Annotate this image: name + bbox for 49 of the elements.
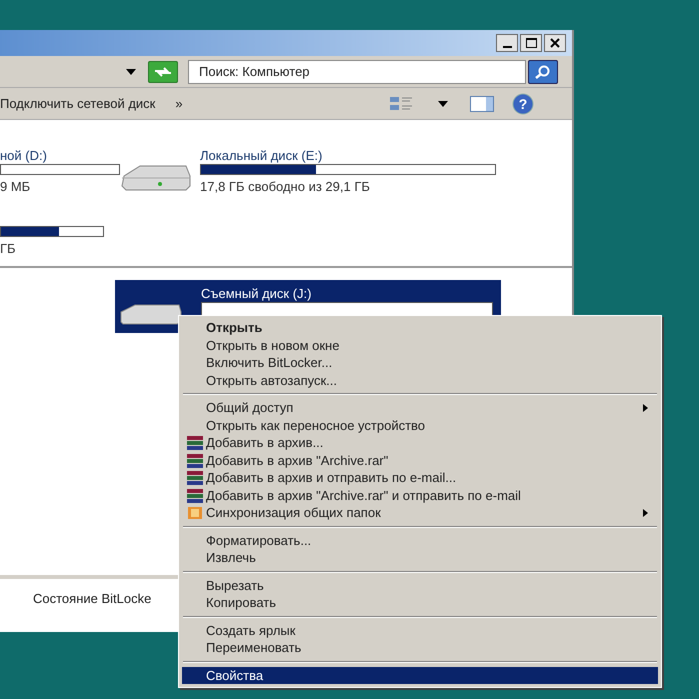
- free-space-text: 17,8 ГБ свободно из 29,1 ГБ: [200, 178, 371, 196]
- menu-item[interactable]: Добавить в архив...: [182, 434, 658, 452]
- removable-drive-icon: [119, 302, 183, 326]
- status-text: Состояние BitLocke: [33, 591, 152, 606]
- preview-pane-icon[interactable]: [470, 96, 494, 112]
- menu-item[interactable]: Вырезать: [182, 576, 658, 594]
- menu-item[interactable]: Добавить в архив "Archive.rar": [182, 452, 658, 469]
- minimize-button[interactable]: [496, 34, 518, 52]
- refresh-arrows-icon: [153, 66, 173, 78]
- submenu-arrow-icon: [643, 508, 648, 517]
- books-stack-icon: [186, 471, 204, 485]
- drive-name: ной (D:): [0, 147, 48, 162]
- close-button[interactable]: [544, 34, 566, 52]
- menu-item[interactable]: Добавить в архив и отправить по e-mail...: [182, 469, 658, 486]
- books-stack-icon: [186, 488, 204, 502]
- dropdown-caret-icon: [126, 68, 136, 74]
- menu-item[interactable]: Создать ярлык: [182, 622, 658, 639]
- menu-item[interactable]: Копировать: [182, 594, 658, 612]
- maximize-icon: [526, 38, 536, 48]
- menu-item[interactable]: Включить BitLocker...: [182, 354, 658, 372]
- menu-item[interactable]: Открыть в новом окне: [182, 336, 658, 354]
- minimize-icon: [502, 46, 512, 48]
- menu-item[interactable]: Открыть автозапуск...: [182, 372, 658, 389]
- books-stack-icon: [186, 436, 204, 450]
- free-space-text: 9 МБ: [0, 178, 32, 196]
- free-space-text: ГБ: [0, 240, 17, 258]
- menu-item[interactable]: Свойства: [182, 666, 658, 684]
- menu-item[interactable]: Извлечь: [182, 549, 658, 566]
- books-stack-icon: [186, 454, 204, 468]
- menu-item[interactable]: Общий доступ: [182, 399, 658, 416]
- menu-item[interactable]: Синхронизация общих папок: [182, 504, 658, 522]
- menu-item[interactable]: Открыть как переносное устройство: [182, 416, 658, 434]
- maximize-button[interactable]: [520, 34, 542, 52]
- go-button[interactable]: [148, 60, 178, 82]
- dropdown-caret-icon[interactable]: [438, 100, 448, 106]
- close-icon: [550, 38, 560, 48]
- menu-item[interactable]: Переименовать: [182, 639, 658, 656]
- menu-item[interactable]: Форматировать...: [182, 532, 658, 549]
- search-icon: [535, 64, 551, 78]
- drive-name: Локальный диск (E:): [200, 147, 324, 162]
- sync-icon: [188, 507, 202, 519]
- submenu-arrow-icon: [643, 404, 648, 412]
- toolbar-button[interactable]: »: [175, 94, 183, 114]
- toolbar-button[interactable]: Подключить сетевой диск: [0, 94, 156, 114]
- help-icon[interactable]: ?: [512, 92, 534, 114]
- search-button[interactable]: [528, 60, 558, 84]
- drive-name: Съемный диск (J:): [201, 285, 312, 300]
- menu-item[interactable]: Добавить в архив "Archive.rar" и отправить по e-mail: [182, 486, 658, 504]
- search-field[interactable]: Поиск: Компьютер: [188, 60, 526, 84]
